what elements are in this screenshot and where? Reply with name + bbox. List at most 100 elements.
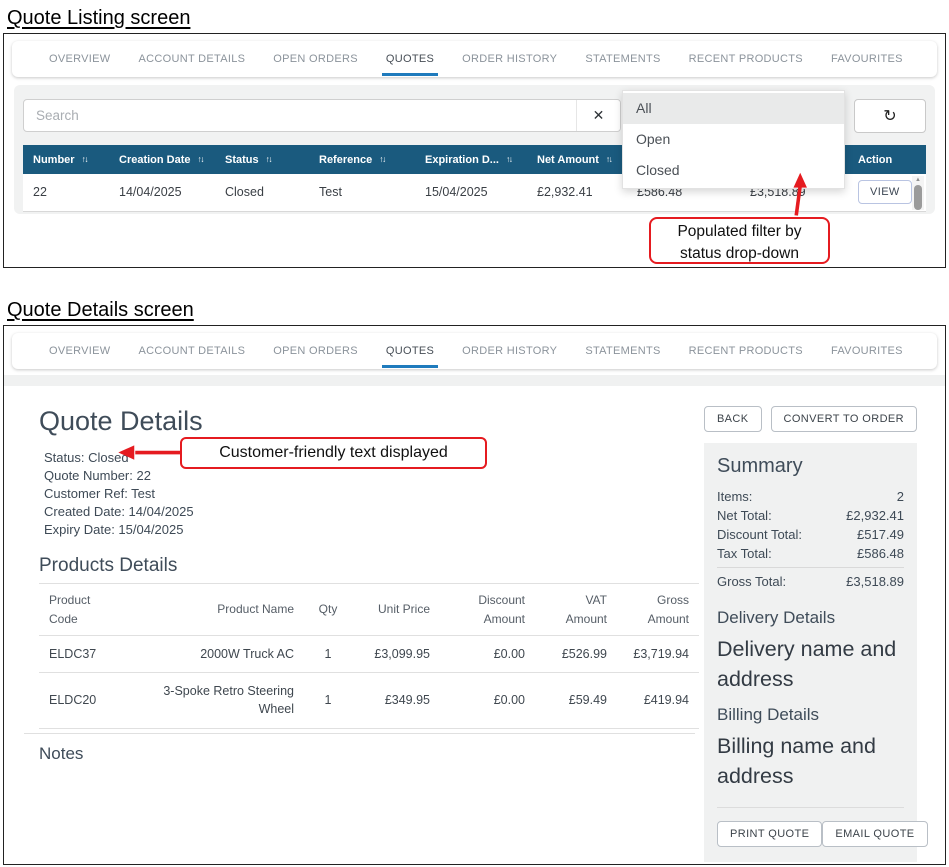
products-table: Product Code Product Name Qty Unit Price… [39,583,699,729]
cell-unit-price: £3,099.95 [352,636,440,673]
dropdown-option-all[interactable]: All [623,93,844,124]
sort-icon[interactable]: ↑↓ [606,154,612,164]
cell-gross-amount: £419.94 [617,673,699,728]
tab-order-history[interactable]: ORDER HISTORY [462,53,557,65]
products-header-row: Product Code Product Name Qty Unit Price… [39,584,699,636]
tab-statements[interactable]: STATEMENTS [585,345,660,357]
page-title: Quote Details [39,406,695,437]
cell-creation-date: 14/04/2025 [109,174,215,211]
created-date-line: Created Date: 14/04/2025 [44,503,695,521]
column-header-vat-amount: VAT Amount [535,584,617,636]
annotation-filter-dropdown: Populated filter by status drop-down [649,217,830,264]
account-nav-bar: OVERVIEW ACCOUNT DETAILS OPEN ORDERS QUO… [12,41,937,77]
billing-details-heading: Billing Details [717,705,904,725]
cell-vat-amount: £526.99 [535,636,617,673]
expiry-date-line: Expiry Date: 15/04/2025 [44,521,695,539]
tab-recent-products[interactable]: RECENT PRODUCTS [689,345,803,357]
account-nav-bar: OVERVIEW ACCOUNT DETAILS OPEN ORDERS QUO… [12,333,937,369]
back-button[interactable]: BACK [704,406,762,432]
cell-gross-amount: £3,719.94 [617,636,699,673]
notes-heading: Notes [39,744,695,764]
tab-open-orders[interactable]: OPEN ORDERS [273,345,358,357]
tab-open-orders[interactable]: OPEN ORDERS [273,53,358,65]
column-header-number[interactable]: Number↑↓ [23,145,109,174]
section-divider [24,733,695,734]
customer-ref-line: Customer Ref: Test [44,485,695,503]
sort-icon[interactable]: ↑↓ [198,154,204,164]
dropdown-option-open[interactable]: Open [623,124,844,155]
email-quote-button[interactable]: EMAIL QUOTE [822,821,927,847]
column-header-unit-price: Unit Price [352,584,440,636]
column-header-expiration-date[interactable]: Expiration D...↑↓ [415,145,527,174]
convert-to-order-button[interactable]: CONVERT TO ORDER [771,406,918,432]
tab-recent-products[interactable]: RECENT PRODUCTS [689,53,803,65]
product-row: ELDC37 2000W Truck AC 1 £3,099.95 £0.00 … [39,636,699,673]
product-row: ELDC20 3-Spoke Retro Steering Wheel 1 £3… [39,673,699,728]
tab-favourites[interactable]: FAVOURITES [831,53,903,65]
column-header-reference[interactable]: Reference↑↓ [309,145,415,174]
cell-vat-amount: £59.49 [535,673,617,728]
summary-net-total-row: Net Total:£2,932.41 [717,506,904,525]
quote-listing-panel: OVERVIEW ACCOUNT DETAILS OPEN ORDERS QUO… [3,33,946,268]
summary-items-row: Items:2 [717,487,904,506]
cell-discount-amount: £0.00 [440,673,535,728]
details-screen-title: Quote Details screen [7,299,194,322]
cell-product-code: ELDC20 [39,673,134,728]
cell-net-amount: £2,932.41 [527,174,627,211]
search-input[interactable] [24,108,576,123]
delivery-address-text: Delivery name and address [717,635,904,694]
column-header-gross-amount: Gross Amount [617,584,699,636]
cell-product-name: 2000W Truck AC [134,636,304,673]
column-header-product-code: Product Code [39,584,134,636]
tab-favourites[interactable]: FAVOURITES [831,345,903,357]
sort-icon[interactable]: ↑↓ [266,154,272,164]
table-scrollbar[interactable]: ▲ [912,176,924,210]
delivery-details-heading: Delivery Details [717,608,904,628]
tab-statements[interactable]: STATEMENTS [585,53,660,65]
cell-number: 22 [23,174,109,211]
cell-product-name: 3-Spoke Retro Steering Wheel [134,673,304,728]
refresh-icon: ↻ [883,106,896,126]
scrollbar-thumb[interactable] [914,185,922,210]
cell-qty: 1 [304,636,352,673]
sort-icon[interactable]: ↑↓ [82,154,88,164]
scroll-up-icon[interactable]: ▲ [915,176,921,184]
clear-search-icon[interactable]: ✕ [576,100,620,131]
tab-account-details[interactable]: ACCOUNT DETAILS [139,53,246,65]
quote-details-panel: OVERVIEW ACCOUNT DETAILS OPEN ORDERS QUO… [3,325,946,865]
column-header-creation-date[interactable]: Creation Date↑↓ [109,145,215,174]
column-header-status[interactable]: Status↑↓ [215,145,309,174]
summary-tax-total-row: Tax Total:£586.48 [717,544,904,563]
tab-quotes[interactable]: QUOTES [386,53,434,65]
column-header-net-amount[interactable]: Net Amount↑↓ [527,145,627,174]
tab-order-history[interactable]: ORDER HISTORY [462,345,557,357]
sort-icon[interactable]: ↑↓ [379,154,385,164]
cell-status: Closed [215,174,309,211]
column-header-product-name: Product Name [134,584,304,636]
cell-reference: Test [309,174,415,211]
billing-address-text: Billing name and address [717,732,904,791]
tab-quotes[interactable]: QUOTES [386,345,434,357]
summary-sidebar: Summary Items:2 Net Total:£2,932.41 Disc… [704,443,917,862]
status-filter-dropdown: All Open Closed [622,90,845,189]
summary-discount-total-row: Discount Total:£517.49 [717,525,904,544]
tab-overview[interactable]: OVERVIEW [49,345,111,357]
print-quote-button[interactable]: PRINT QUOTE [717,821,822,847]
cell-qty: 1 [304,673,352,728]
tab-account-details[interactable]: ACCOUNT DETAILS [139,345,246,357]
view-button[interactable]: VIEW [858,180,912,204]
quote-number-line: Quote Number: 22 [44,467,695,485]
listing-screen-title: Quote Listing screen [7,7,190,30]
summary-heading: Summary [717,455,904,478]
tab-overview[interactable]: OVERVIEW [49,53,111,65]
actions-divider [717,807,904,808]
annotation-customer-friendly-text: Customer-friendly text displayed [180,437,487,469]
refresh-button[interactable]: ↻ [854,99,926,133]
summary-gross-total-row: Gross Total:£3,518.89 [717,572,904,591]
dropdown-option-closed[interactable]: Closed [623,155,844,186]
products-details-heading: Products Details [39,555,695,577]
cell-product-code: ELDC37 [39,636,134,673]
column-header-qty: Qty [304,584,352,636]
nav-content-divider [4,375,945,386]
sort-icon[interactable]: ↑↓ [506,154,512,164]
